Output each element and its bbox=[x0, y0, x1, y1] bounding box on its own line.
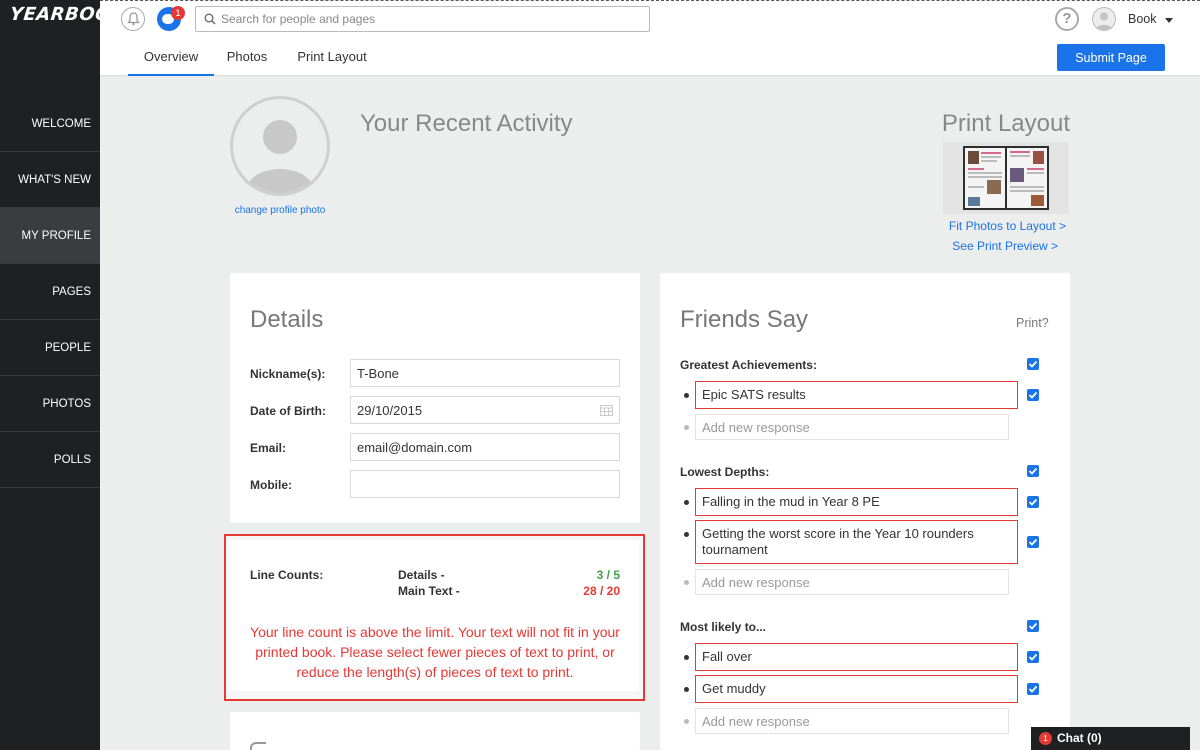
response-text[interactable]: Fall over bbox=[695, 643, 1018, 671]
email-label: Email: bbox=[250, 441, 287, 455]
sidebar-nav: WELCOME WHAT'S NEW MY PROFILE PAGES PEOP… bbox=[0, 96, 100, 488]
sidebar-item-my-profile[interactable]: MY PROFILE bbox=[0, 208, 100, 264]
user-menu-label[interactable]: Book bbox=[1128, 12, 1157, 26]
bullet bbox=[684, 687, 689, 692]
tab-overview[interactable]: Overview bbox=[128, 37, 214, 76]
checkbox[interactable] bbox=[1027, 536, 1039, 548]
main-text-count-value: 28 / 20 bbox=[583, 584, 620, 598]
sidebar: YEARBOOK WELCOME WHAT'S NEW MY PROFILE P… bbox=[0, 0, 127, 750]
submit-page-button[interactable]: Submit Page bbox=[1057, 44, 1165, 71]
dob-field[interactable] bbox=[350, 396, 620, 424]
search-icon bbox=[204, 13, 216, 25]
question-greatest-achievements: Greatest Achievements: bbox=[680, 358, 817, 372]
response-text[interactable]: Getting the worst score in the Year 10 r… bbox=[695, 520, 1018, 564]
response-text[interactable]: Get muddy bbox=[695, 675, 1018, 703]
tab-bar: Overview Photos Print Layout Submit Page bbox=[100, 37, 1200, 76]
sidebar-item-welcome[interactable]: WELCOME bbox=[0, 96, 100, 152]
dob-label: Date of Birth: bbox=[250, 404, 326, 418]
bullet bbox=[684, 425, 689, 430]
mobile-label: Mobile: bbox=[250, 478, 292, 492]
new-response-input[interactable] bbox=[695, 569, 1009, 595]
checkbox[interactable] bbox=[1027, 651, 1039, 663]
bullet bbox=[684, 580, 689, 585]
sidebar-item-polls[interactable]: POLLS bbox=[0, 432, 100, 488]
calendar-icon[interactable] bbox=[600, 404, 613, 416]
email-field[interactable] bbox=[350, 433, 620, 461]
sidebar-item-people[interactable]: PEOPLE bbox=[0, 320, 100, 376]
line-counts-label: Line Counts: bbox=[250, 568, 324, 582]
details-card: Details Nickname(s): Date of Birth: Emai… bbox=[230, 273, 640, 523]
bullet bbox=[684, 655, 689, 660]
question-most-likely-to: Most likely to... bbox=[680, 620, 767, 634]
sidebar-item-photos[interactable]: PHOTOS bbox=[0, 376, 100, 432]
help-icon[interactable]: ? bbox=[1055, 7, 1079, 31]
checkbox[interactable] bbox=[1027, 465, 1039, 477]
search-input[interactable] bbox=[221, 10, 641, 28]
chat-label[interactable]: Chat (0) bbox=[1057, 731, 1102, 745]
checkbox[interactable] bbox=[1027, 683, 1039, 695]
friends-say-card: Friends Say Print? Greatest Achievements… bbox=[660, 273, 1070, 750]
details-count-value: 3 / 5 bbox=[596, 568, 620, 582]
print-layout-heading: Print Layout bbox=[941, 110, 1070, 137]
question-lowest-depths: Lowest Depths: bbox=[680, 465, 770, 479]
bell-icon[interactable] bbox=[121, 7, 145, 31]
sidebar-item-pages[interactable]: PAGES bbox=[0, 264, 100, 320]
checkbox[interactable] bbox=[1027, 496, 1039, 508]
new-response-input[interactable] bbox=[695, 414, 1009, 440]
fit-photos-link[interactable]: Fit Photos to Layout > bbox=[900, 219, 1066, 233]
line-count-warning-text: Your line count is above the limit. Your… bbox=[250, 624, 620, 680]
next-card bbox=[230, 712, 640, 750]
line-count-panel: Line Counts: Details - Main Text - 3 / 5… bbox=[230, 540, 639, 691]
chat-bar[interactable]: 1 Chat (0) bbox=[1031, 727, 1190, 750]
response-text[interactable]: Epic SATS results bbox=[695, 381, 1018, 409]
main-text-count-label: Main Text - bbox=[398, 584, 460, 598]
bullet bbox=[684, 500, 689, 505]
print-preview-link[interactable]: See Print Preview > bbox=[900, 239, 1058, 253]
bullet bbox=[684, 532, 689, 537]
top-bar: 1 ? Book bbox=[100, 0, 1200, 37]
line-count-warning: Line Counts: Details - Main Text - 3 / 5… bbox=[224, 534, 645, 701]
chevron-down-icon[interactable] bbox=[1165, 18, 1173, 23]
details-count-label: Details - bbox=[398, 568, 445, 582]
chat-badge: 1 bbox=[1039, 732, 1052, 745]
search-box bbox=[195, 6, 650, 32]
checkbox[interactable] bbox=[1027, 389, 1039, 401]
print-column-label: Print? bbox=[1016, 316, 1049, 330]
tab-photos[interactable]: Photos bbox=[220, 37, 274, 76]
print-layout-thumbnail[interactable] bbox=[943, 142, 1069, 214]
change-profile-photo-link[interactable]: change profile photo bbox=[230, 205, 330, 216]
bullet bbox=[684, 719, 689, 724]
tab-print-layout[interactable]: Print Layout bbox=[290, 37, 374, 76]
checkbox[interactable] bbox=[1027, 358, 1039, 370]
user-avatar[interactable] bbox=[1092, 7, 1116, 31]
new-response-input[interactable] bbox=[695, 708, 1009, 734]
recent-activity-heading: Your Recent Activity bbox=[360, 110, 573, 137]
friends-say-title: Friends Say bbox=[680, 306, 809, 333]
checkbox[interactable] bbox=[1027, 620, 1039, 632]
bullet bbox=[684, 393, 689, 398]
nickname-label: Nickname(s): bbox=[250, 367, 326, 381]
mobile-field[interactable] bbox=[350, 470, 620, 498]
sidebar-item-whats-new[interactable]: WHAT'S NEW bbox=[0, 152, 100, 208]
profile-photo[interactable] bbox=[230, 96, 330, 196]
response-text[interactable]: Falling in the mud in Year 8 PE bbox=[695, 488, 1018, 516]
notification-badge: 1 bbox=[171, 6, 185, 20]
nickname-field[interactable] bbox=[350, 359, 620, 387]
card-title-fragment bbox=[250, 742, 266, 750]
details-title: Details bbox=[250, 306, 324, 333]
